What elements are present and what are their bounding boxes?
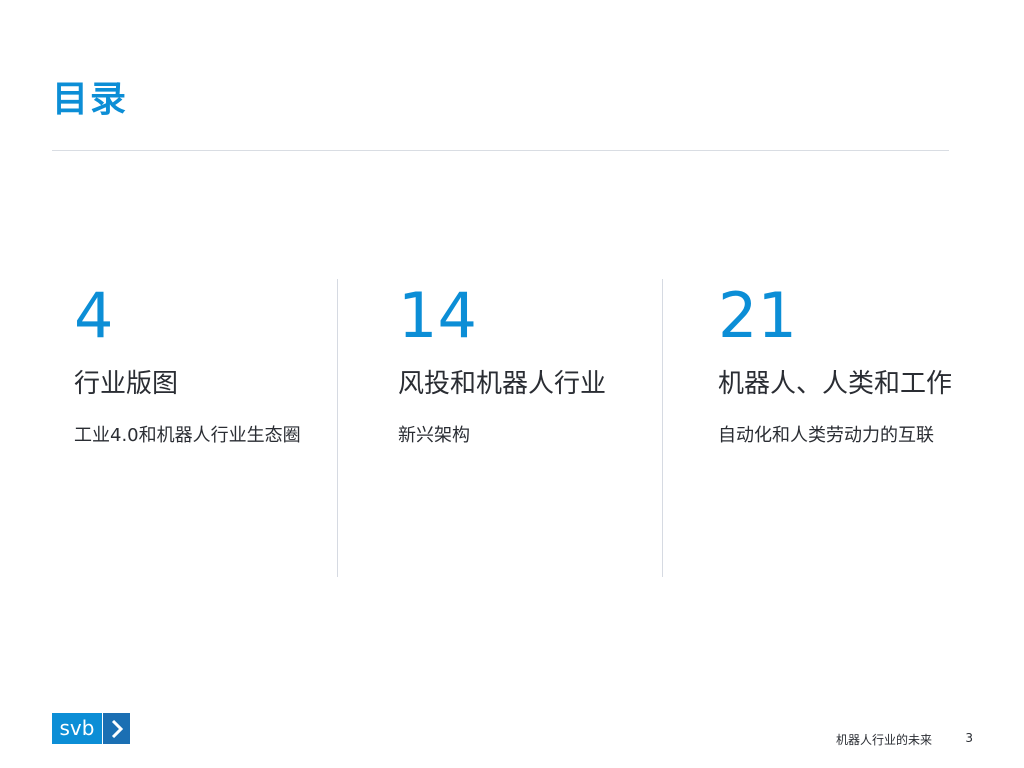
- toc-page-number: 21: [718, 279, 797, 352]
- toc-subtitle: 工业4.0和机器人行业生态圈: [74, 425, 301, 447]
- toc-section-1[interactable]: 4 行业版图 工业4.0和机器人行业生态圈: [74, 285, 301, 448]
- toc-subtitle: 新兴架构: [398, 425, 470, 447]
- footer-title: 机器人行业的未来: [835, 733, 932, 747]
- page-number: 3: [965, 731, 973, 745]
- toc-section-2[interactable]: 14 风投和机器人行业 新兴架构: [398, 285, 606, 448]
- chevron-right-icon: [103, 713, 130, 744]
- toc-heading: 风投和机器人行业: [398, 369, 607, 399]
- page-title: 目录: [52, 79, 129, 120]
- toc-subtitle: 自动化和人类劳动力的互联: [718, 425, 934, 447]
- toc-page-number: 14: [398, 279, 477, 352]
- toc-heading: 行业版图: [74, 369, 179, 399]
- column-divider: [662, 279, 663, 577]
- slide: 目录 4 行业版图 工业4.0和机器人行业生态圈 14 风投和机器人行业 新兴架…: [0, 0, 1024, 768]
- title-divider: [52, 150, 949, 151]
- toc-heading: 机器人、人类和工作: [718, 369, 953, 399]
- toc-page-number: 4: [74, 279, 114, 352]
- svb-logo: svb: [52, 713, 130, 744]
- logo-wordmark: svb: [52, 713, 102, 744]
- column-divider: [337, 279, 338, 577]
- toc-section-3[interactable]: 21 机器人、人类和工作 自动化和人类劳动力的互联: [718, 285, 952, 448]
